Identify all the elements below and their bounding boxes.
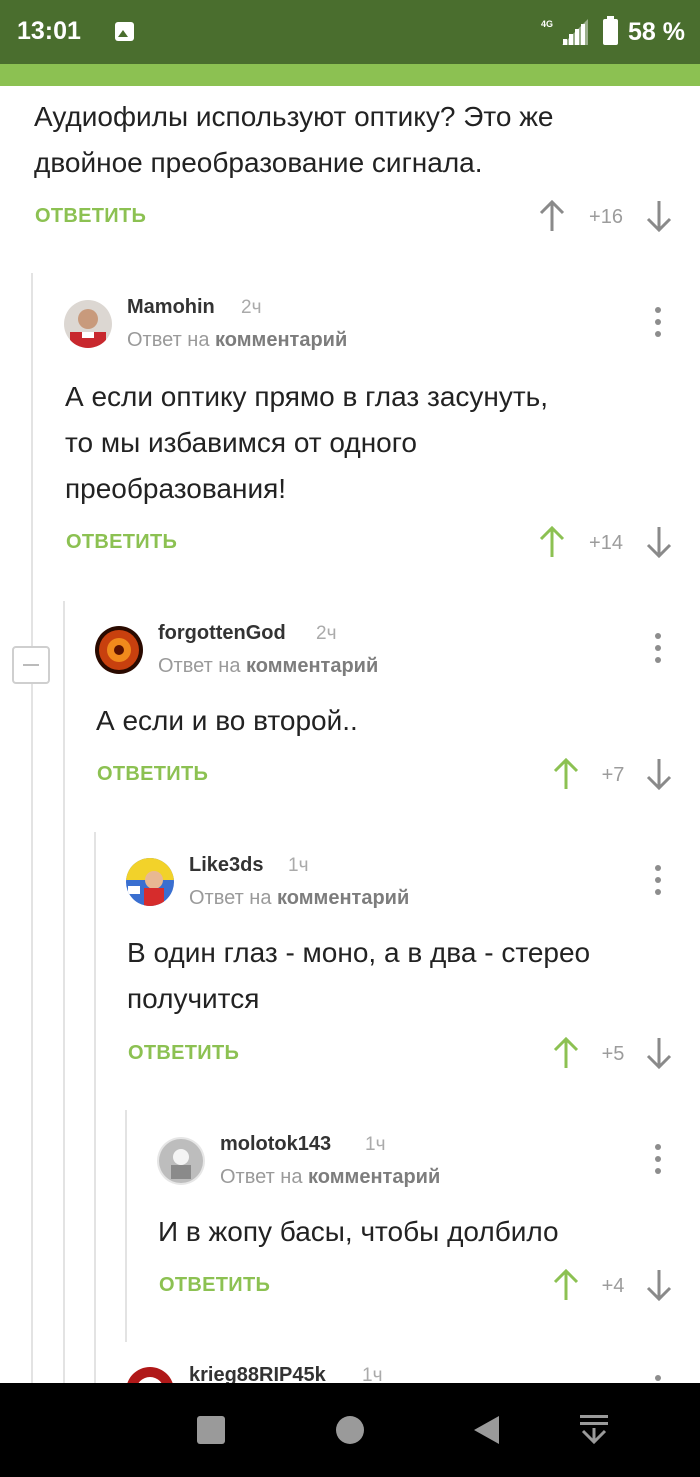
- comment-age: 1ч: [288, 855, 309, 876]
- reply-button[interactable]: ОТВЕТИТЬ: [35, 205, 146, 228]
- comment-text: Аудиофилы используют оптику? Это же двой…: [34, 94, 674, 186]
- comment-text-line: получится: [127, 983, 260, 1014]
- collapse-icon[interactable]: [12, 646, 50, 684]
- upvote-arrow-icon[interactable]: [552, 757, 580, 791]
- comment-text: И в жопу басы, чтобы долбило: [158, 1209, 658, 1255]
- reply-to-label: Ответ на комментарий: [127, 329, 347, 352]
- downvote-arrow-icon[interactable]: [645, 1268, 673, 1302]
- downvote-arrow-icon[interactable]: [645, 757, 673, 791]
- more-vertical-icon[interactable]: [652, 1141, 664, 1177]
- thread-line: [125, 1110, 127, 1342]
- reply-button[interactable]: ОТВЕТИТЬ: [97, 763, 208, 786]
- reply-to-link[interactable]: комментарий: [308, 1166, 440, 1188]
- more-vertical-icon[interactable]: [652, 862, 664, 898]
- reply-to-link[interactable]: комментарий: [215, 329, 347, 351]
- reply-to-prefix: Ответ на: [158, 655, 241, 677]
- status-time: 13:01: [17, 17, 81, 45]
- comment-rating: +14: [589, 532, 623, 554]
- upvote-arrow-icon[interactable]: [552, 1268, 580, 1302]
- reply-button[interactable]: ОТВЕТИТЬ: [128, 1042, 239, 1065]
- comment-rating: +7: [601, 764, 625, 786]
- nav-back-icon[interactable]: [471, 1414, 501, 1446]
- battery-percent: 58 %: [628, 18, 685, 46]
- comment-text-line: А если и во второй..: [96, 705, 358, 736]
- thread-line: [94, 832, 96, 1383]
- comment-text: А если оптику прямо в глаз засунуть, то …: [65, 374, 665, 512]
- comment-rating: +16: [589, 206, 623, 228]
- comment-text: В один глаз - моно, а в два - стерео пол…: [127, 930, 667, 1022]
- comment-text-line: то мы избавимся от одного: [65, 427, 417, 458]
- reply-button[interactable]: ОТВЕТИТЬ: [66, 531, 177, 554]
- image-icon: [115, 22, 134, 41]
- comment-text-line: двойное преобразование сигнала.: [34, 147, 483, 178]
- nav-square-icon[interactable]: [197, 1416, 225, 1444]
- avatar[interactable]: [157, 1137, 205, 1185]
- comment-age: 1ч: [365, 1134, 386, 1155]
- battery-icon: [603, 19, 618, 45]
- more-vertical-icon[interactable]: [652, 630, 664, 666]
- downvote-arrow-icon[interactable]: [645, 1036, 673, 1070]
- more-vertical-icon[interactable]: [652, 304, 664, 340]
- network-type: 4G: [541, 19, 554, 29]
- comment-author[interactable]: Like3ds: [189, 854, 263, 877]
- reply-to-label: Ответ на комментарий: [189, 887, 409, 910]
- upvote-arrow-icon[interactable]: [552, 1036, 580, 1070]
- nav-menu-icon[interactable]: [578, 1413, 610, 1447]
- navigation-bar: [0, 1383, 700, 1477]
- reply-to-label: Ответ на комментарий: [220, 1166, 440, 1189]
- status-bar: 13:01 4G 58 %: [0, 0, 700, 64]
- comment-text-line: Аудиофилы используют оптику? Это же: [34, 101, 554, 132]
- comment-rating: +4: [601, 1275, 625, 1297]
- comment-text-line: И в жопу басы, чтобы долбило: [158, 1216, 559, 1247]
- avatar[interactable]: [126, 858, 174, 906]
- reply-to-prefix: Ответ на: [220, 1166, 303, 1188]
- comment-author[interactable]: forgottenGod: [158, 622, 286, 645]
- reply-to-link[interactable]: комментарий: [246, 655, 378, 677]
- reply-to-prefix: Ответ на: [127, 329, 210, 351]
- comment-author[interactable]: Mamohin: [127, 296, 215, 319]
- comment-age: 2ч: [316, 623, 337, 644]
- reply-button[interactable]: ОТВЕТИТЬ: [159, 1274, 270, 1297]
- comment-text: А если и во второй..: [96, 698, 656, 744]
- avatar[interactable]: [64, 300, 112, 348]
- header-accent-bar: [0, 64, 700, 86]
- comment-text-line: преобразования!: [65, 473, 287, 504]
- reply-to-link[interactable]: комментарий: [277, 887, 409, 909]
- upvote-arrow-icon[interactable]: [538, 199, 566, 233]
- reply-to-label: Ответ на комментарий: [158, 655, 378, 678]
- upvote-arrow-icon[interactable]: [538, 525, 566, 559]
- nav-circle-icon[interactable]: [336, 1416, 364, 1444]
- avatar[interactable]: [95, 626, 143, 674]
- comment-rating: +5: [601, 1043, 625, 1065]
- thread-line: [31, 273, 33, 1383]
- downvote-arrow-icon[interactable]: [645, 199, 673, 233]
- signal-icon: [562, 19, 588, 45]
- comment-age: 2ч: [241, 297, 262, 318]
- comment-text-line: В один глаз - моно, а в два - стерео: [127, 937, 591, 968]
- downvote-arrow-icon[interactable]: [645, 525, 673, 559]
- comment-text-line: А если оптику прямо в глаз засунуть,: [65, 381, 549, 412]
- comment-author[interactable]: molotok143: [220, 1133, 331, 1156]
- reply-to-prefix: Ответ на: [189, 887, 272, 909]
- thread-line: [63, 601, 65, 1383]
